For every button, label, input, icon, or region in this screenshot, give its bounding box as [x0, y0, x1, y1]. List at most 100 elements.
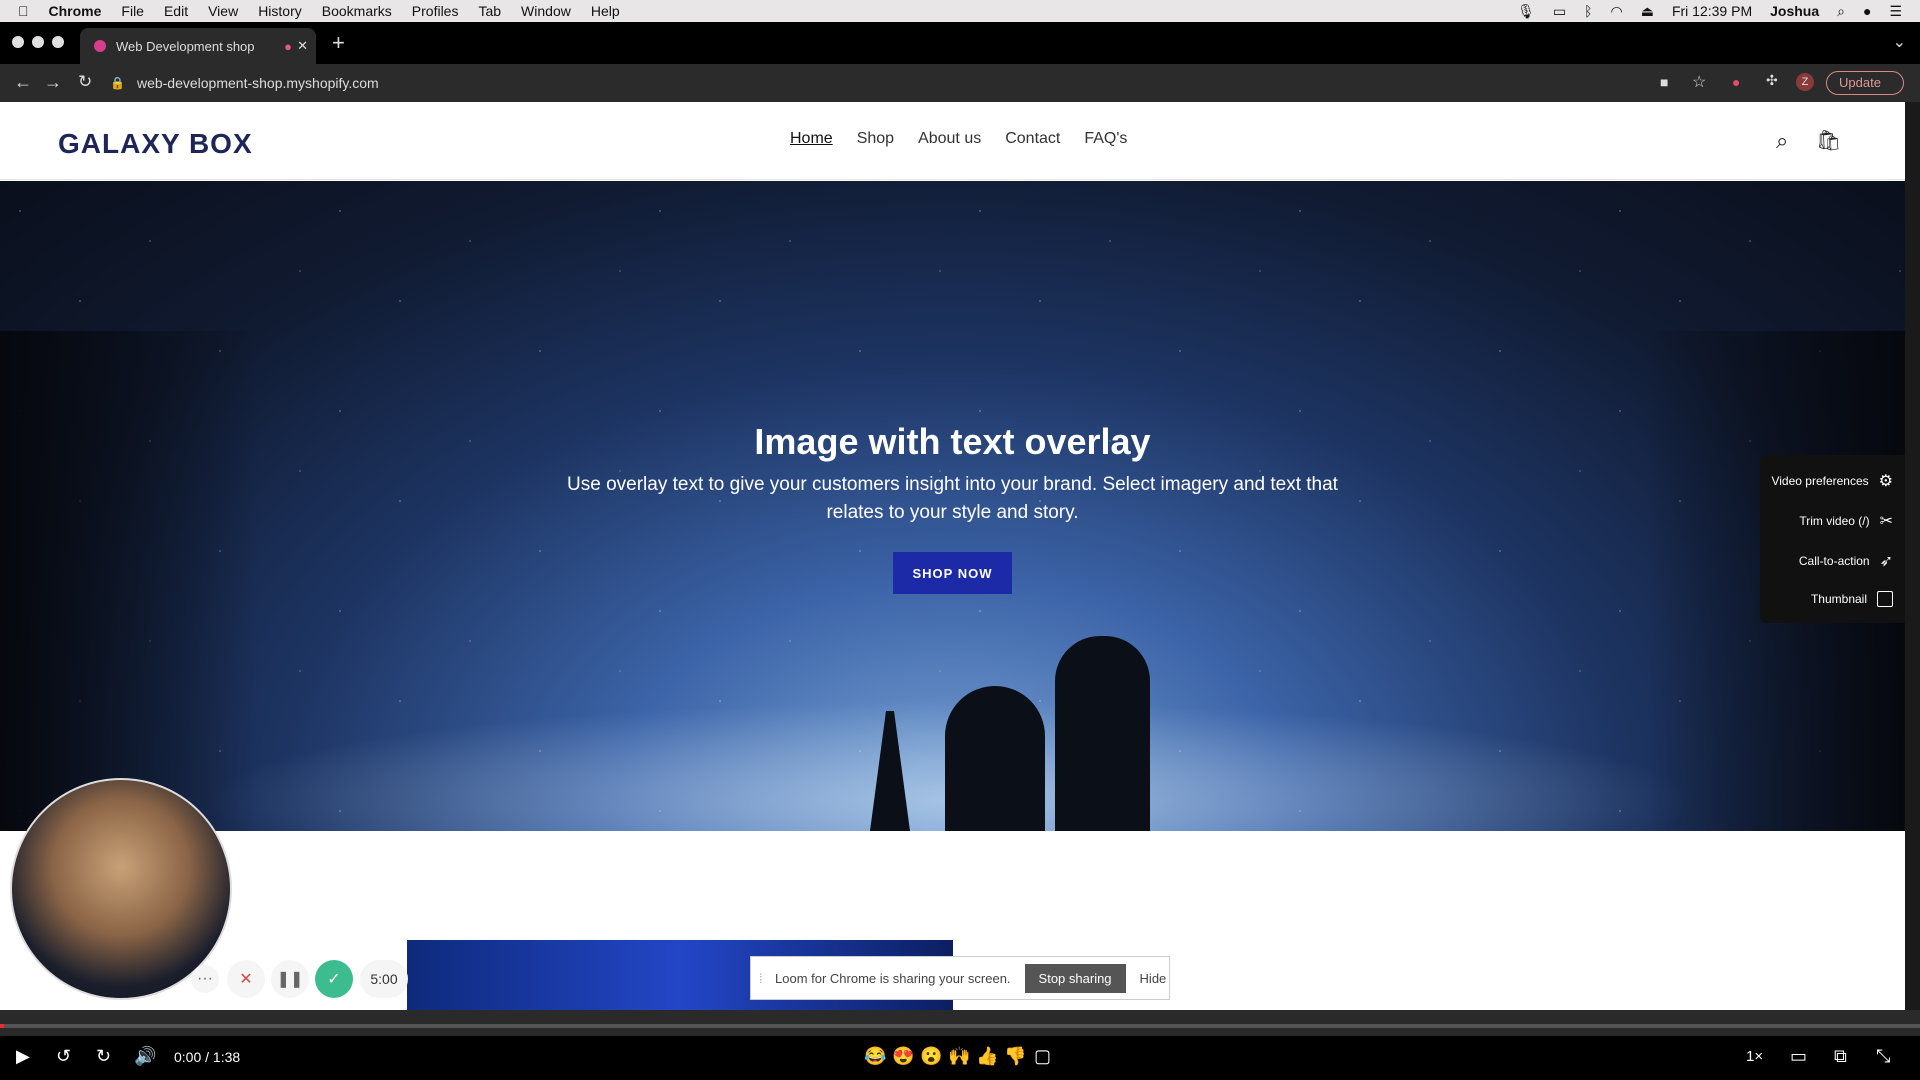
- share-status-text: Loom for Chrome is sharing your screen.: [775, 970, 1011, 986]
- finish-recording-button[interactable]: ✓: [315, 960, 353, 998]
- silhouette-person-right: [1055, 636, 1150, 831]
- ground-left: [0, 331, 260, 831]
- reload-icon[interactable]: ↻: [78, 72, 92, 92]
- scissors-icon: ✂: [1879, 513, 1893, 530]
- loom-side-panel: Video preferences ⚙ Trim video (/) ✂ Cal…: [1760, 455, 1905, 623]
- eject-icon[interactable]: ⏏: [1641, 3, 1654, 20]
- profile-avatar[interactable]: Z: [1796, 73, 1814, 91]
- exit-fullscreen-icon[interactable]: ⤡: [1876, 1046, 1890, 1067]
- forward-icon[interactable]: →: [44, 72, 62, 93]
- menu-window[interactable]: Window: [521, 3, 571, 19]
- tab-title: Web Development shop: [116, 38, 255, 54]
- theater-mode-icon[interactable]: ▭: [1790, 1046, 1807, 1067]
- call-to-action-item[interactable]: Call-to-action ➶: [1799, 551, 1893, 571]
- comment-icon[interactable]: ▢: [1034, 1046, 1051, 1067]
- trim-video-label: Trim video (/): [1799, 514, 1870, 528]
- lock-icon: 🔒: [110, 76, 125, 90]
- menubar-clock[interactable]: Fri 12:39 PM: [1672, 3, 1752, 19]
- window-minimize-button[interactable]: [32, 36, 44, 48]
- silhouette-person-left: [945, 686, 1045, 831]
- webpage-viewport: GALAXY BOX Home Shop About us Contact FA…: [0, 102, 1905, 1010]
- thumbnail-label: Thumbnail: [1810, 592, 1867, 606]
- hero-text: Use overlay text to give your customers …: [567, 474, 1338, 523]
- recording-timer: 5:00: [360, 960, 408, 998]
- mac-menubar:  Chrome File Edit View History Bookmark…: [0, 0, 1920, 22]
- menu-profiles[interactable]: Profiles: [412, 3, 459, 19]
- cancel-recording-button[interactable]: ✕: [227, 960, 265, 998]
- stop-sharing-button[interactable]: Stop sharing: [1024, 963, 1126, 993]
- reaction-thumbs-up[interactable]: 👍: [976, 1046, 998, 1067]
- video-player-controls: ▶ ↺ ↻ 🔊 0:00 / 1:38 😂 😍 😮 🙌 👍 👎 ▢ 1× ▭ ⧉…: [0, 1036, 1920, 1080]
- loom-extension-icon[interactable]: ●: [1732, 74, 1740, 90]
- window-close-button[interactable]: [12, 36, 24, 48]
- shopify-favicon-icon: [94, 40, 106, 52]
- update-button[interactable]: Update: [1826, 71, 1904, 95]
- play-icon[interactable]: ▶: [16, 1046, 30, 1067]
- thumbnail-item[interactable]: Thumbnail: [1811, 591, 1893, 607]
- menu-view[interactable]: View: [208, 3, 238, 19]
- tab-search-icon[interactable]: ⌄: [1893, 32, 1906, 52]
- airplay-icon[interactable]: ▭: [1553, 3, 1566, 20]
- microphone-icon[interactable]: 🎙: [1517, 3, 1535, 20]
- site-logo[interactable]: GALAXY BOX: [58, 128, 253, 160]
- picture-in-picture-icon[interactable]: ⧉: [1834, 1046, 1847, 1067]
- siri-icon[interactable]: ●: [1863, 3, 1871, 19]
- menu-bookmarks[interactable]: Bookmarks: [322, 3, 392, 19]
- apple-icon[interactable]: : [18, 3, 29, 19]
- extensions-puzzle-icon[interactable]: ✣: [1766, 72, 1778, 89]
- menu-history[interactable]: History: [258, 3, 302, 19]
- menu-file[interactable]: File: [121, 3, 144, 19]
- video-preferences-label: Video preferences: [1771, 474, 1869, 488]
- trim-video-item[interactable]: Trim video (/) ✂: [1799, 511, 1893, 531]
- rewind-5-icon[interactable]: ↺: [56, 1046, 71, 1067]
- reaction-thumbs-down[interactable]: 👎: [1004, 1046, 1026, 1067]
- control-center-icon[interactable]: ☰: [1889, 3, 1902, 20]
- hero-banner: Image with text overlay Use overlay text…: [0, 181, 1905, 831]
- video-progress-bar[interactable]: [0, 1024, 1920, 1028]
- hide-banner-button[interactable]: Hide: [1140, 971, 1167, 986]
- reaction-laugh[interactable]: 😂: [864, 1046, 886, 1067]
- nav-shop[interactable]: Shop: [857, 130, 894, 148]
- hero-title: Image with text overlay: [754, 421, 1151, 462]
- reaction-love[interactable]: 😍: [892, 1046, 914, 1067]
- reaction-wow[interactable]: 😮: [920, 1046, 942, 1067]
- menu-help[interactable]: Help: [591, 3, 620, 19]
- video-progress-fill: [0, 1024, 4, 1028]
- back-icon[interactable]: ←: [14, 72, 32, 93]
- site-nav: Home Shop About us Contact FAQ's: [790, 130, 1127, 148]
- shop-now-button[interactable]: SHOP NOW: [893, 552, 1012, 594]
- more-options-button[interactable]: ···: [191, 965, 219, 993]
- menu-edit[interactable]: Edit: [164, 3, 188, 19]
- menu-app-name[interactable]: Chrome: [49, 3, 102, 19]
- camera-icon[interactable]: ■: [1660, 74, 1668, 90]
- nav-home[interactable]: Home: [790, 130, 833, 148]
- volume-icon[interactable]: 🔊: [134, 1046, 156, 1067]
- cart-icon[interactable]: 🛍: [1816, 128, 1841, 153]
- spotlight-icon[interactable]: ⌕: [1837, 3, 1845, 20]
- url-text[interactable]: web-development-shop.myshopify.com: [137, 75, 379, 91]
- nav-faq[interactable]: FAQ's: [1084, 130, 1127, 148]
- search-icon[interactable]: ⌕: [1776, 128, 1788, 154]
- window-zoom-button[interactable]: [52, 36, 64, 48]
- forward-5-icon[interactable]: ↻: [96, 1046, 111, 1067]
- new-tab-icon[interactable]: +: [332, 30, 345, 56]
- pause-recording-button[interactable]: ❚❚: [271, 960, 309, 998]
- mac-dock: [0, 1010, 1920, 1036]
- bookmark-star-icon[interactable]: ☆: [1692, 72, 1706, 92]
- call-to-action-label: Call-to-action: [1798, 554, 1870, 568]
- browser-tab[interactable]: Web Development shop ● ✕: [80, 28, 316, 64]
- nav-contact[interactable]: Contact: [1005, 130, 1060, 148]
- nav-about[interactable]: About us: [918, 130, 981, 148]
- image-icon: [1877, 591, 1893, 607]
- playback-speed[interactable]: 1×: [1746, 1048, 1763, 1065]
- video-preferences-item[interactable]: Video preferences ⚙: [1771, 471, 1893, 491]
- menu-tab[interactable]: Tab: [478, 3, 501, 19]
- reaction-celebrate[interactable]: 🙌: [948, 1046, 970, 1067]
- address-bar[interactable]: 🔒 web-development-shop.myshopify.com: [110, 70, 1730, 96]
- wifi-icon[interactable]: ◠: [1611, 3, 1623, 20]
- menubar-user[interactable]: Joshua: [1770, 3, 1819, 19]
- playback-time: 0:00 / 1:38: [174, 1049, 241, 1065]
- tab-close-icon[interactable]: ✕: [297, 38, 308, 54]
- drag-handle-icon[interactable]: ⁞: [759, 971, 763, 986]
- bluetooth-icon[interactable]: ᛒ: [1584, 3, 1592, 19]
